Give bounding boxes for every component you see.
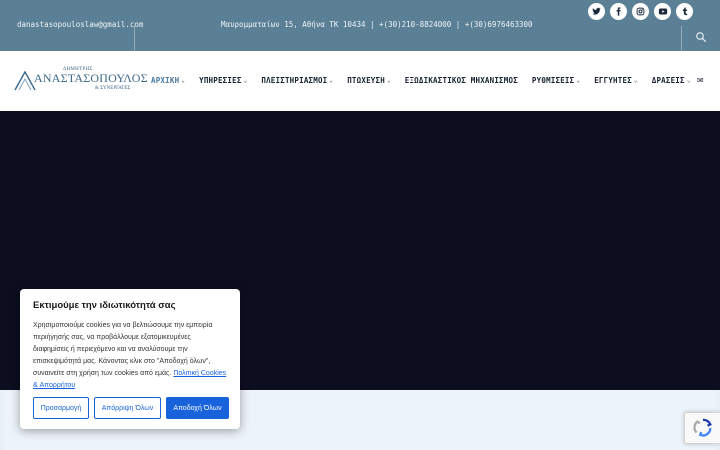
customize-button[interactable]: Προσαρμογή [33,397,89,419]
twitter-icon[interactable] [588,3,605,20]
logo-surname: ΑΝΑΣΤΑΣΟΠΟΥΛΟΣ [34,71,148,85]
instagram-icon[interactable] [632,3,649,20]
menu-bar: ΑΡΧΙΚΗ ⌄ ΥΠΗΡΕΣΙΕΣ ⌄ ΠΛΕΙΣΤΗΡΙΑΣΜΟΙ ⌄ ΠΤΩΧΕ… [151,76,705,85]
menu-item-bankruptcy[interactable]: ΠΤΩΧΕΥΣΗ ⌄ [347,76,391,85]
menu-item-actions[interactable]: ΔΡΑΣΕΙΣ ⌄ [652,76,691,85]
cookie-title: Εκτιμούμε την ιδιωτικότητά σας [33,300,176,311]
site-logo[interactable]: ΔΗΜΗΤΡΗΣ ΑΝΑΣΤΑΣΟΠΟΥΛΟΣ & ΣΥΝΕΡΓΑΤΕΣ [13,67,148,94]
menu-item-auctions[interactable]: ΠΛΕΙΣΤΗΡΙΑΣΜΟΙ ⌄ [261,76,333,85]
chevron-down-icon: ⌄ [633,77,638,84]
mail-icon[interactable]: ✉ [697,76,704,85]
chevron-down-icon: ⌄ [181,77,186,84]
chevron-down-icon: ⌄ [686,77,691,84]
main-navigation: ΔΗΜΗΤΡΗΣ ΑΝΑΣΤΑΣΟΠΟΥΛΟΣ & ΣΥΝΕΡΓΑΤΕΣ ΑΡΧ… [0,51,720,111]
accept-all-button[interactable]: Αποδοχή Όλων [166,397,229,419]
recaptcha-icon [692,418,712,437]
chevron-down-icon: ⌄ [329,77,334,84]
top-bar: danastasopouloslaw@gmail.com Μαυρομματαί… [0,0,720,51]
facebook-icon[interactable] [610,3,627,20]
chevron-down-icon: ⌄ [576,77,581,84]
chevron-down-icon: ⌄ [386,77,391,84]
menu-item-home[interactable]: ΑΡΧΙΚΗ ⌄ [151,76,185,85]
reject-all-button[interactable]: Απόρριψη Όλων [94,397,161,419]
social-links [588,3,693,20]
contact-email[interactable]: danastasopouloslaw@gmail.com [17,20,143,29]
cookie-consent-dialog: Εκτιμούμε την ιδιωτικότητά σας Χρησιμοπο… [20,289,240,429]
chevron-down-icon: ⌄ [243,77,248,84]
menu-item-settlements[interactable]: ΡΥΘΜΙΣΕΙΣ ⌄ [532,76,580,85]
menu-item-out-of-court[interactable]: ΕΞΩΔΙΚΑΣΤΙΚΟΣ ΜΗΧΑΝΙΣΜΟΣ [405,76,518,85]
youtube-icon[interactable] [654,3,671,20]
logo-tagline: & ΣΥΝΕΡΓΑΤΕΣ [95,86,131,91]
tumblr-icon[interactable] [676,3,693,20]
divider [681,26,682,51]
contact-address: Μαυρομματαίων 15, Αθήνα ΤΚ 10434 | +(30)… [221,20,533,29]
cookie-text: Χρησιμοποιούμε cookies για να βελτιώσουμ… [33,322,227,389]
search-icon[interactable] [695,31,707,43]
menu-item-guarantors[interactable]: ΕΓΓΥΗΤΕΣ ⌄ [594,76,638,85]
recaptcha-badge[interactable] [684,412,720,444]
cookie-buttons: Προσαρμογή Απόρριψη Όλων Αποδοχή Όλων [33,397,229,419]
menu-item-services[interactable]: ΥΠΗΡΕΣΙΕΣ ⌄ [199,76,247,85]
divider [134,26,135,51]
